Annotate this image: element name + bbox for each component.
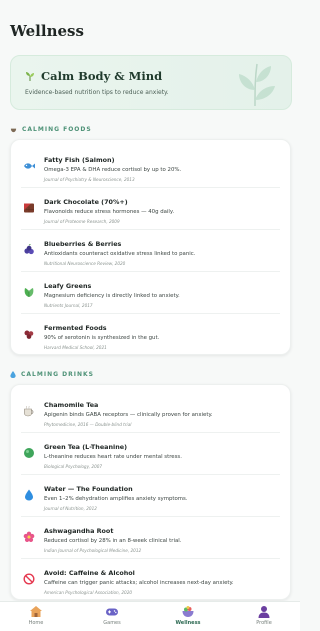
item-name: Fermented Foods: [44, 324, 107, 332]
item-description: Reduced cortisol by 28% in an 8-week cli…: [44, 538, 182, 544]
item-description: Even 1–2% dehydration amplifies anxiety …: [44, 496, 188, 502]
item-name: Ashwagandha Root: [44, 527, 114, 535]
list-item[interactable]: Water — The Foundation Even 1–2% dehydra…: [11, 475, 290, 515]
list-item[interactable]: Avoid: Caffeine & Alcohol Caffeine can t…: [11, 559, 290, 599]
item-description: Omega-3 EPA & DHA reduce cortisol by up …: [44, 167, 182, 173]
list-item[interactable]: Fermented Foods 90% of serotonin is synt…: [11, 314, 290, 354]
profile-icon: [258, 606, 270, 618]
page-title: Wellness: [10, 22, 84, 40]
item-name: Chamomile Tea: [44, 401, 99, 409]
item-description: L-theanine reduces heart rate under ment…: [44, 454, 182, 460]
flower-icon: [23, 531, 35, 542]
item-source: Phytomedicine, 2016 — Double-blind trial: [44, 422, 132, 427]
list-item[interactable]: Dark Chocolate (70%+) Flavonoids reduce …: [11, 188, 290, 228]
item-name: Blueberries & Berries: [44, 240, 122, 248]
item-name: Fatty Fish (Salmon): [44, 156, 115, 164]
prohibited-icon: [23, 573, 35, 585]
seedling-icon: [26, 72, 34, 81]
berries-icon: [24, 244, 34, 255]
hero-banner: Calm Body & Mind Evidence-based nutritio…: [10, 55, 292, 110]
list-item[interactable]: Leafy Greens Magnesium deficiency is dir…: [11, 272, 290, 312]
list-item[interactable]: Ashwagandha Root Reduced cortisol by 28%…: [11, 517, 290, 557]
item-name: Dark Chocolate (70%+): [44, 198, 128, 206]
item-source: Nutrients Journal, 2017: [44, 303, 93, 308]
tab-label: Games: [103, 620, 121, 626]
item-description: Antioxidants counteract oxidative stress…: [44, 251, 196, 257]
list-item[interactable]: Fatty Fish (Salmon) Omega-3 EPA & DHA re…: [11, 146, 290, 186]
item-description: Magnesium deficiency is directly linked …: [44, 293, 180, 299]
list-item[interactable]: Chamomile Tea Apigenin binds GABA recept…: [11, 391, 290, 431]
item-source: Journal of Psychiatry & Neuroscience, 20…: [44, 177, 135, 182]
item-source: Journal of Nutrition, 2012: [44, 506, 97, 511]
item-description: Apigenin binds GABA receptors — clinical…: [44, 412, 213, 418]
tab-label: Home: [28, 620, 44, 626]
item-name: Avoid: Caffeine & Alcohol: [44, 569, 135, 577]
tab-profile[interactable]: Profile: [234, 605, 294, 631]
tab-wellness[interactable]: Wellness: [158, 605, 218, 631]
tab-label: Wellness: [175, 620, 201, 626]
item-description: Flavonoids reduce stress hormones — 40g …: [44, 209, 175, 215]
foods-card: Fatty Fish (Salmon) Omega-3 EPA & DHA re…: [10, 139, 291, 355]
item-description: 90% of serotonin is synthesized in the g…: [44, 335, 160, 341]
tab-games[interactable]: Games: [82, 605, 142, 631]
hero-title: Calm Body & Mind: [41, 69, 163, 83]
droplet-icon: [10, 371, 16, 378]
section-heading-drinks: CALMING DRINKS: [10, 371, 94, 378]
tab-home[interactable]: Home: [6, 605, 66, 631]
item-name: Water — The Foundation: [44, 485, 133, 493]
chocolate-icon: [24, 203, 34, 213]
leaf-decoration-icon: [239, 63, 275, 107]
list-item[interactable]: Green Tea (L-Theanine) L-theanine reduce…: [11, 433, 290, 473]
water-drop-icon: [25, 489, 33, 501]
bowl-icon: [10, 128, 17, 133]
hero-subtitle: Evidence-based nutrition tips to reduce …: [25, 89, 169, 96]
green-tea-icon: [24, 448, 34, 458]
item-source: Biological Psychology, 2007: [44, 464, 103, 469]
tea-icon: [24, 405, 34, 417]
home-icon: [30, 606, 42, 617]
section-heading-foods: CALMING FOODS: [10, 126, 92, 133]
item-name: Leafy Greens: [44, 282, 92, 290]
item-name: Green Tea (L-Theanine): [44, 443, 128, 451]
item-source: Harvard Medical School, 2021: [44, 345, 107, 350]
hero-title-row: Calm Body & Mind: [25, 69, 162, 83]
fermented-food-icon: [24, 330, 34, 339]
gamepad-icon: [106, 608, 118, 616]
item-source: Nutritional Neuroscience Review, 2020: [44, 261, 126, 266]
item-source: Indian Journal of Psychological Medicine…: [44, 548, 142, 553]
item-description: Caffeine can trigger panic attacks; alco…: [44, 580, 234, 586]
list-item[interactable]: Blueberries & Berries Antioxidants count…: [11, 230, 290, 270]
item-source: Journal of Proteome Research, 2009: [44, 219, 120, 224]
drinks-card: Chamomile Tea Apigenin binds GABA recept…: [10, 384, 291, 600]
tab-label: Profile: [256, 620, 272, 626]
leafy-greens-icon: [24, 288, 34, 297]
bottom-tab-bar: Home Games Wellness Profile: [0, 601, 300, 631]
wellness-icon: [182, 606, 194, 617]
fish-icon: [24, 163, 35, 169]
item-source: American Psychological Association, 2020: [44, 590, 133, 595]
